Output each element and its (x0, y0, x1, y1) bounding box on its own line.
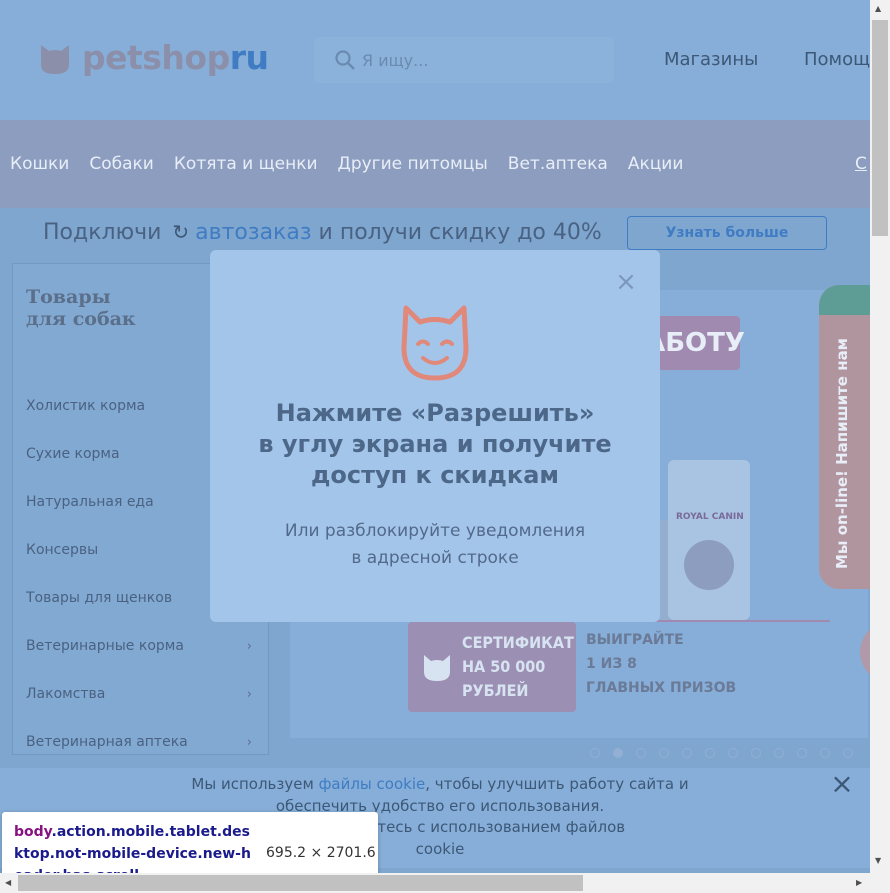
search-icon (335, 50, 355, 70)
sidebar-item[interactable]: Ветеринарная аптека › (26, 718, 258, 766)
modal-subtitle: Или разблокируйте уведомления в адресной… (284, 521, 586, 568)
sidebar-item[interactable]: Лакомства › (26, 670, 258, 718)
certificate-text: СЕРТИФИКАТ НА 50 000 РУБЛЕЙ (462, 633, 574, 700)
modal-close-button[interactable]: × (614, 269, 638, 295)
promo-text: Подключи ↻ автозаказ и получи скидку до 4… (43, 220, 602, 245)
carousel-dot[interactable] (774, 748, 784, 758)
scroll-down-icon[interactable]: ▼ (875, 856, 881, 865)
sidebar-item-label: Ветеринарные корма (26, 638, 184, 654)
cat-icon (424, 655, 450, 681)
sidebar-item[interactable]: Ветеринарные корма › (26, 622, 258, 670)
chat-tab-label: Мы on-line! Напишите нам (833, 338, 851, 569)
nav-item-promotions[interactable]: Акции (628, 154, 684, 174)
cat-logo-icon (41, 44, 69, 74)
product-bag: ROYAL CANIN (668, 460, 750, 620)
sidebar-title: Товары для собак (26, 286, 136, 330)
chevron-right-icon: › (246, 638, 252, 654)
bag-brand: ROYAL CANIN (676, 512, 744, 522)
nav-item-truncated[interactable]: С (855, 154, 867, 174)
cookie-close-button[interactable]: × (830, 770, 854, 798)
horizontal-scroll-thumb[interactable] (18, 875, 583, 891)
carousel-dot[interactable] (659, 748, 669, 758)
site-header: petshopru Магазины Помощ (0, 0, 870, 120)
carousel-dot[interactable] (728, 748, 738, 758)
carousel-dot[interactable] (682, 748, 692, 758)
scroll-left-icon[interactable]: ◀ (5, 878, 11, 887)
banner-headline: АБОТУ (645, 316, 745, 370)
bag-illustration (684, 540, 734, 590)
carousel-dot[interactable] (820, 748, 830, 758)
scroll-right-icon[interactable]: ▶ (856, 878, 862, 887)
carousel-dot[interactable] (636, 748, 646, 758)
carousel-dot[interactable] (843, 748, 853, 758)
chevron-right-icon: › (246, 734, 252, 750)
horizontal-scrollbar[interactable]: ◀ ▶ (0, 873, 870, 893)
vertical-scroll-thumb[interactable] (872, 20, 888, 236)
search-input[interactable] (362, 50, 582, 70)
refresh-icon: ↻ (172, 220, 190, 244)
sidebar-item-label: Товары для щенков (26, 590, 173, 606)
logo-text: petshopru (82, 38, 269, 77)
nav-item-vet-pharmacy[interactable]: Вет.аптека (508, 154, 608, 174)
promo-accent[interactable]: автозаказ (195, 220, 311, 245)
learn-more-button[interactable]: Узнать больше (627, 216, 827, 250)
tooltip-dimensions: 695.2 × 2701.6 (266, 845, 376, 861)
carousel-dot[interactable] (613, 748, 623, 758)
smiling-cat-icon (401, 305, 469, 381)
sidebar-item-label: Лакомства (26, 686, 106, 702)
chat-tab-accent (819, 285, 870, 315)
nav-item-other-pets[interactable]: Другие питомцы (338, 154, 488, 174)
nav-item-cats[interactable]: Кошки (10, 154, 69, 174)
sidebar-item-label: Холистик корма (26, 398, 146, 414)
stores-link[interactable]: Магазины (664, 49, 758, 70)
vertical-scrollbar[interactable]: ▲ ▼ (870, 0, 890, 893)
sidebar-item-label: Консервы (26, 542, 99, 558)
carousel-dot[interactable] (751, 748, 761, 758)
carousel-dot[interactable] (705, 748, 715, 758)
chat-tab[interactable]: Мы on-line! Напишите нам (819, 285, 870, 589)
sidebar-item-label: Натуральная еда (26, 494, 154, 510)
sidebar-item-label: Сухие корма (26, 446, 120, 462)
cookie-link[interactable]: файлы cookie (319, 775, 426, 793)
notification-modal: × Нажмите «Разрешить» в углу экрана и по… (210, 250, 660, 622)
nav-item-dogs[interactable]: Собаки (89, 154, 154, 174)
search-box[interactable] (314, 37, 614, 83)
carousel-dots (590, 748, 853, 758)
scroll-up-icon[interactable]: ▲ (875, 4, 881, 13)
carousel-dot[interactable] (590, 748, 600, 758)
carousel-dot[interactable] (797, 748, 807, 758)
certificate-badge: СЕРТИФИКАТ НА 50 000 РУБЛЕЙ (408, 622, 576, 712)
main-nav: Кошки Собаки Котята и щенки Другие питом… (0, 120, 870, 208)
help-link[interactable]: Помощ (804, 49, 870, 70)
sidebar-item-label: Ветеринарная аптека (26, 734, 188, 750)
nav-item-kittens-puppies[interactable]: Котята и щенки (174, 154, 318, 174)
win-text: ВЫИГРАЙТЕ 1 ИЗ 8 ГЛАВНЫХ ПРИЗОВ (586, 632, 737, 696)
modal-title: Нажмите «Разрешить» в углу экрана и полу… (258, 399, 612, 489)
chevron-right-icon: › (246, 686, 252, 702)
logo[interactable]: petshopru (38, 38, 269, 77)
